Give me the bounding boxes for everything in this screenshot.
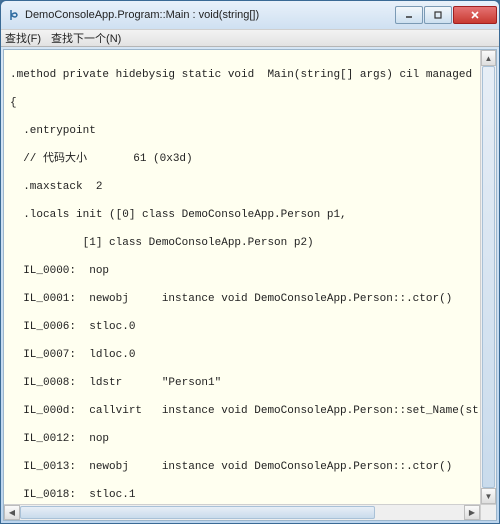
scroll-thumb[interactable] bbox=[20, 506, 375, 519]
code-line: IL_0008: ldstr "Person1" bbox=[10, 376, 490, 390]
code-line: IL_0000: nop bbox=[10, 264, 490, 278]
app-icon bbox=[7, 8, 21, 22]
code-line: // 代码大小 61 (0x3d) bbox=[10, 152, 490, 166]
code-view[interactable]: .method private hidebysig static void Ma… bbox=[4, 50, 496, 521]
code-line: IL_0007: ldloc.0 bbox=[10, 348, 490, 362]
window-title: DemoConsoleApp.Program::Main : void(stri… bbox=[25, 9, 395, 21]
code-line: IL_000d: callvirt instance void DemoCons… bbox=[10, 404, 490, 418]
code-line: [1] class DemoConsoleApp.Person p2) bbox=[10, 236, 490, 250]
code-line: .locals init ([0] class DemoConsoleApp.P… bbox=[10, 208, 490, 222]
code-line: .entrypoint bbox=[10, 124, 490, 138]
code-line: .method private hidebysig static void Ma… bbox=[10, 68, 490, 82]
scroll-corner bbox=[480, 504, 496, 520]
titlebar[interactable]: DemoConsoleApp.Program::Main : void(stri… bbox=[1, 1, 499, 29]
menu-find[interactable]: 查找(F) bbox=[5, 30, 41, 46]
code-line: IL_0013: newobj instance void DemoConsol… bbox=[10, 460, 490, 474]
maximize-button[interactable] bbox=[424, 6, 452, 24]
horizontal-scrollbar[interactable]: ◀ ▶ bbox=[4, 504, 480, 520]
scroll-right-arrow-icon[interactable]: ▶ bbox=[464, 505, 480, 520]
scroll-track[interactable] bbox=[481, 66, 496, 488]
code-line: IL_0012: nop bbox=[10, 432, 490, 446]
scroll-down-arrow-icon[interactable]: ▼ bbox=[481, 488, 496, 504]
scroll-thumb[interactable] bbox=[482, 66, 495, 488]
scroll-track[interactable] bbox=[20, 505, 464, 520]
code-line: IL_0001: newobj instance void DemoConsol… bbox=[10, 292, 490, 306]
menu-find-next[interactable]: 查找下一个(N) bbox=[51, 30, 121, 46]
scroll-left-arrow-icon[interactable]: ◀ bbox=[4, 505, 20, 520]
code-line: { bbox=[10, 96, 490, 110]
vertical-scrollbar[interactable]: ▲ ▼ bbox=[480, 50, 496, 504]
window: DemoConsoleApp.Program::Main : void(stri… bbox=[0, 0, 500, 524]
close-button[interactable] bbox=[453, 6, 497, 24]
minimize-button[interactable] bbox=[395, 6, 423, 24]
code-line: IL_0018: stloc.1 bbox=[10, 488, 490, 502]
scroll-up-arrow-icon[interactable]: ▲ bbox=[481, 50, 496, 66]
content-area: .method private hidebysig static void Ma… bbox=[3, 49, 497, 521]
code-line: IL_0006: stloc.0 bbox=[10, 320, 490, 334]
code-line: .maxstack 2 bbox=[10, 180, 490, 194]
window-buttons bbox=[395, 6, 497, 24]
toolbar: 查找(F) 查找下一个(N) bbox=[1, 29, 499, 47]
